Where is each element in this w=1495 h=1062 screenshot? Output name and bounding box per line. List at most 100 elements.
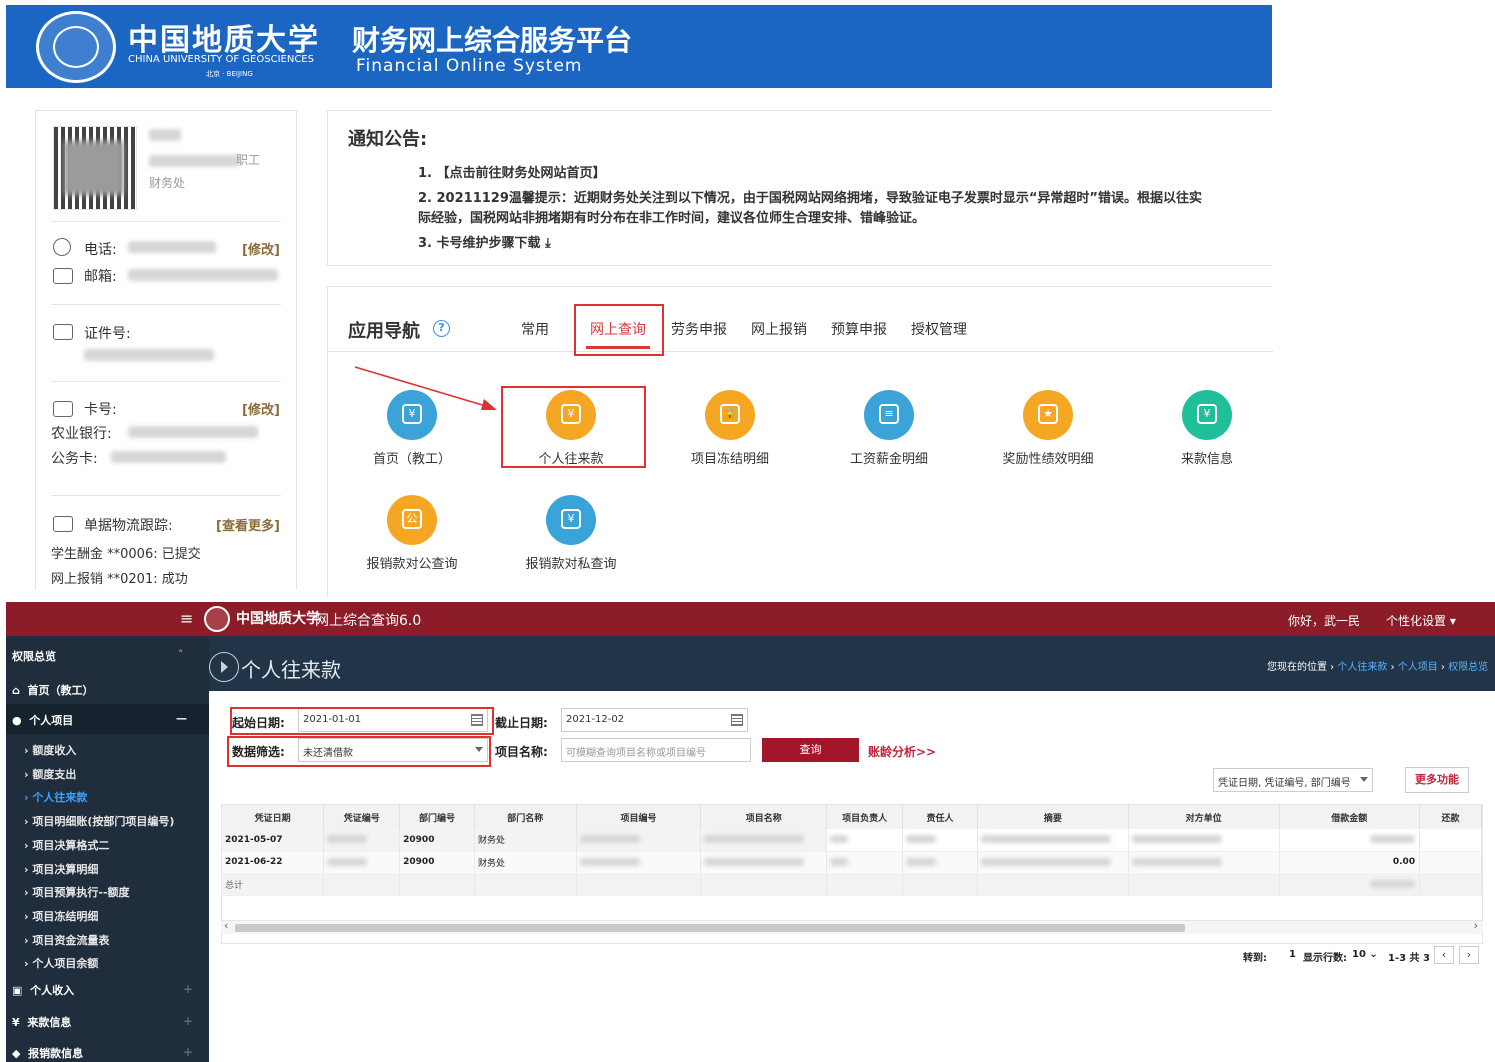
scroll-thumb[interactable] [235,924,1185,932]
download-icon[interactable]: ⤓ [545,236,551,251]
chevron-up-icon: ˄ [178,648,184,661]
column-header[interactable]: 责任人 [902,805,978,829]
app-project-freeze[interactable]: 🔒 项目冻结明细 [670,390,790,467]
tab-common[interactable]: 常用 [521,319,549,339]
sidebar-subitem[interactable]: › 项目明细账(按部门项目编号) [24,813,174,829]
app-reimburse-private[interactable]: ¥ 报销款对私查询 [511,495,631,572]
tracking-more-link[interactable]: [查看更多] [216,515,280,534]
bank-redacted [128,426,258,438]
notice-item-card-download[interactable]: 3. 卡号维护步骤下载 ⤓ [418,232,551,251]
table-row[interactable]: 2021-06-22 20900 财务处 0.00 [222,851,1482,874]
tracking-icon [53,516,73,532]
table-row[interactable]: 2021-05-07 20900 财务处 [222,829,1482,852]
sidebar-item-personal-project[interactable]: ● 个人项目 — [6,704,209,734]
card-download-label: 3. 卡号维护步骤下载 [418,236,541,251]
redacted-value [980,835,1111,844]
tracking-item[interactable]: 学生酬金 **0006: 已提交 [51,543,201,562]
app-glyph: ★ [1038,404,1058,424]
sidebar-label: 来款信息 [27,1016,72,1029]
tab-budget-declare[interactable]: 预算申报 [831,319,887,339]
column-header[interactable]: 凭证日期 [222,805,325,829]
cell-repay [1419,851,1482,874]
sidebar-subitem[interactable]: › 额度收入 [24,742,76,758]
cell-project-name [700,829,828,852]
sidebar-subitem[interactable]: › 项目预算执行--额度 [24,884,130,900]
private-reimburse-icon: ¥ [546,495,596,545]
calendar-icon[interactable] [731,714,743,726]
phone-edit-link[interactable]: [修改] [242,239,280,258]
app-salary-detail[interactable]: ≡ 工资薪金明细 [829,390,949,467]
sidebar-item-reimburse[interactable]: ◆ 报销款信息 + [12,1045,215,1061]
card-label: 卡号: [84,402,117,418]
query-button[interactable]: 查询 [762,738,859,762]
project-name-input[interactable]: 可模糊查询项目名称或项目编号 [561,738,751,762]
sidebar-subitem[interactable]: › 个人往来款 [24,789,87,805]
prev-page-button[interactable]: ‹ [1434,946,1454,964]
goto-input[interactable]: 1 [1289,949,1296,960]
notice-item-website-link[interactable]: 1. 【点击前往财务处网站首页】 [418,162,606,181]
column-header[interactable]: 项目负责人 [826,805,904,829]
query-app-topbar: ≡ 中国地质大学 网上综合查询6.0 你好，武一民 个性化设置 ▾ [6,602,1495,636]
tracking-item[interactable]: 网上报销 **0201: 成功 [51,568,188,587]
app-performance-bonus[interactable]: ★ 奖励性绩效明细 [988,390,1108,467]
data-table: 凭证日期 凭证编号 部门编号 部门名称 项目编号 项目名称 项目负责人 责任人 摘要 对方单位 借款… [222,805,1482,896]
breadcrumb-link[interactable]: 个人往来款 [1337,662,1387,673]
column-header[interactable]: 项目名称 [700,805,828,829]
sidebar-subitem[interactable]: › 项目冻结明细 [24,908,98,924]
sidebar: 权限总览 ˄ ⌂ 首页（教工） ● 个人项目 — › 额度收入 › 额度支出 › 个人往… [6,636,209,1062]
app-reimburse-public[interactable]: 公报销款对公查询 [352,495,472,572]
user-icon: ● [12,714,22,727]
column-header[interactable]: 借款金额 [1279,805,1421,829]
app-glyph: ¥ [1197,404,1217,424]
end-date-label: 截止日期: [495,716,548,730]
breadcrumb-link[interactable]: 个人项目 [1398,662,1438,673]
end-date-input[interactable]: 2021-12-02 [561,708,748,732]
tab-online-reimburse[interactable]: 网上报销 [751,319,807,339]
app-incoming-money[interactable]: ¥ 来款信息 [1147,390,1267,467]
tab-authorization[interactable]: 授权管理 [911,319,967,339]
column-header[interactable]: 对方单位 [1128,805,1280,829]
cell-dept-name: 财务处 [474,851,577,874]
column-header[interactable]: 凭证编号 [323,805,401,829]
user-greeting[interactable]: 你好，武一民 [1288,612,1360,629]
scroll-right-icon[interactable]: › [1474,919,1478,932]
sort-select[interactable]: 凭证日期, 凭证编号, 部门编号 [1213,768,1373,792]
horizontal-scrollbar[interactable]: ‹ › [221,919,1483,934]
aging-analysis-link[interactable]: 账龄分析>> [868,743,936,760]
sidebar-item-incoming[interactable]: ¥ 来款信息 + [12,1014,215,1030]
column-header[interactable]: 部门编号 [399,805,475,829]
sidebar-subitem[interactable]: › 项目决算明细 [24,861,98,877]
next-page-button[interactable]: › [1459,946,1479,964]
bank-label: 农业银行: [51,426,112,442]
more-functions-button[interactable]: 更多功能 [1405,767,1469,793]
column-header[interactable]: 部门名称 [474,805,577,829]
hamburger-menu-icon[interactable]: ≡ [180,609,193,628]
user-title-redacted [149,155,239,167]
question-circle-icon[interactable]: ? [433,320,450,337]
id-card-icon [53,324,73,340]
breadcrumb-link[interactable]: 权限总览 [1448,662,1488,673]
sidebar-subitem[interactable]: › 额度支出 [24,766,76,782]
sidebar-subitem[interactable]: › 项目决算格式二 [24,837,109,853]
sidebar-item-overview[interactable]: 权限总览 ˄ [12,648,215,664]
sidebar-item-home[interactable]: ⌂ 首页（教工） [12,682,215,698]
column-header[interactable]: 还款 [1419,805,1482,829]
tab-labor-declare[interactable]: 劳务申报 [671,319,727,339]
sidebar-subitem[interactable]: › 项目资金流量表 [24,932,109,948]
cell-project-leader [826,851,904,874]
scroll-left-icon[interactable]: ‹ [224,919,228,932]
page-header: 个人往来款 您现在的位置 › 个人往来款 › 个人项目 › 权限总览 [209,636,1495,691]
column-header[interactable]: 摘要 [977,805,1129,829]
query-content: 起始日期: 2021-01-01 截止日期: 2021-12-02 数据筛选: … [209,691,1495,1062]
rows-label: 显示行数: [1303,953,1347,964]
phone-label: 电话: [84,242,117,258]
page-title: 个人往来款 [241,658,341,682]
personal-settings-menu[interactable]: 个性化设置 ▾ [1386,612,1456,629]
notice-item-invoice-tip: 2. 20211129温馨提示：近期财务处关注到以下情况，由于国税网站网络拥堵，… [418,191,1202,206]
column-header[interactable]: 项目编号 [576,805,702,829]
sidebar-subitem[interactable]: › 个人项目余额 [24,955,98,971]
rows-per-page-select[interactable]: 10 ⌄ [1352,949,1378,960]
sidebar-item-personal-income[interactable]: ▣ 个人收入 + [12,982,215,998]
phone-redacted [128,241,216,253]
card-edit-link[interactable]: [修改] [242,399,280,418]
